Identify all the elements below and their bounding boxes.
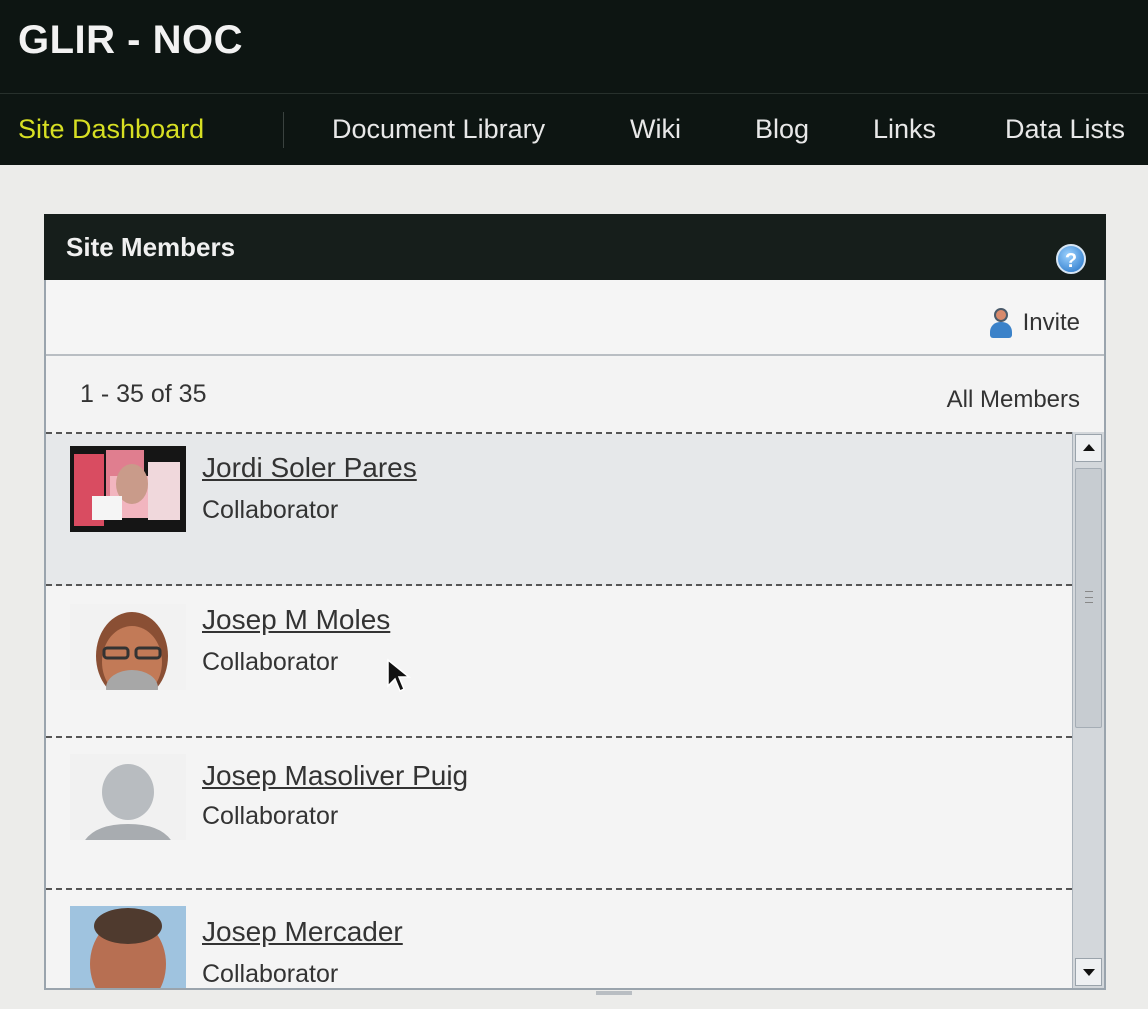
- member-avatar[interactable]: [70, 446, 186, 532]
- arrow-up-icon: [1083, 444, 1095, 451]
- invite-label: Invite: [1022, 309, 1080, 336]
- member-list-scrollbar[interactable]: [1072, 432, 1104, 988]
- member-row[interactable]: Josep M Moles Collaborator: [46, 586, 1072, 738]
- nav-links[interactable]: Links: [873, 114, 936, 145]
- panel-header: Site Members ?: [44, 214, 1106, 280]
- top-bar: GLIR - NOC Site Dashboard Document Libra…: [0, 0, 1148, 165]
- panel-title: Site Members: [66, 232, 236, 262]
- scroll-up-button[interactable]: [1075, 434, 1102, 462]
- panel-toolbar: Invite: [46, 280, 1104, 356]
- scroll-thumb[interactable]: [1075, 468, 1102, 728]
- question-icon[interactable]: ?: [1056, 244, 1086, 274]
- user-icon: [989, 308, 1013, 338]
- member-avatar[interactable]: [70, 754, 186, 840]
- member-role: Collaborator: [202, 960, 339, 988]
- member-row[interactable]: Jordi Soler Pares Collaborator: [46, 434, 1072, 586]
- site-title[interactable]: GLIR - NOC: [18, 18, 243, 63]
- member-role: Collaborator: [202, 648, 339, 676]
- site-members-panel: Site Members ? Invite 1 - 35 of 35 All M…: [44, 214, 1106, 990]
- site-navigation: Site Dashboard Document Library Wiki Blo…: [0, 93, 1148, 165]
- invite-button[interactable]: Invite: [989, 308, 1080, 338]
- member-avatar[interactable]: [70, 906, 186, 988]
- nav-document-library[interactable]: Document Library: [332, 114, 545, 145]
- member-name[interactable]: Josep Mercader: [202, 916, 403, 948]
- nav-site-dashboard[interactable]: Site Dashboard: [18, 114, 204, 145]
- nav-data-lists[interactable]: Data Lists: [1005, 114, 1125, 145]
- grip-icon: [1085, 591, 1093, 603]
- all-members-link[interactable]: All Members: [947, 386, 1080, 414]
- member-row[interactable]: Josep Masoliver Puig Collaborator: [46, 738, 1072, 890]
- arrow-down-icon: [1083, 969, 1095, 976]
- pager-row: 1 - 35 of 35 All Members: [46, 358, 1104, 432]
- pagination-info: 1 - 35 of 35: [80, 380, 207, 408]
- member-name[interactable]: Josep Masoliver Puig: [202, 760, 468, 792]
- member-name[interactable]: Josep M Moles: [202, 604, 390, 636]
- panel-resize-handle[interactable]: [596, 991, 632, 995]
- nav-divider: [283, 112, 284, 148]
- member-avatar[interactable]: [70, 604, 186, 690]
- member-role: Collaborator: [202, 802, 339, 830]
- scroll-down-button[interactable]: [1075, 958, 1102, 986]
- nav-blog[interactable]: Blog: [755, 114, 809, 145]
- member-list: Jordi Soler Pares Collaborator Josep M M…: [46, 432, 1072, 988]
- nav-wiki[interactable]: Wiki: [630, 114, 681, 145]
- member-row[interactable]: Josep Mercader Collaborator: [46, 890, 1072, 988]
- member-name[interactable]: Jordi Soler Pares: [202, 452, 417, 484]
- mouse-pointer-icon: [387, 658, 412, 693]
- member-role: Collaborator: [202, 496, 339, 524]
